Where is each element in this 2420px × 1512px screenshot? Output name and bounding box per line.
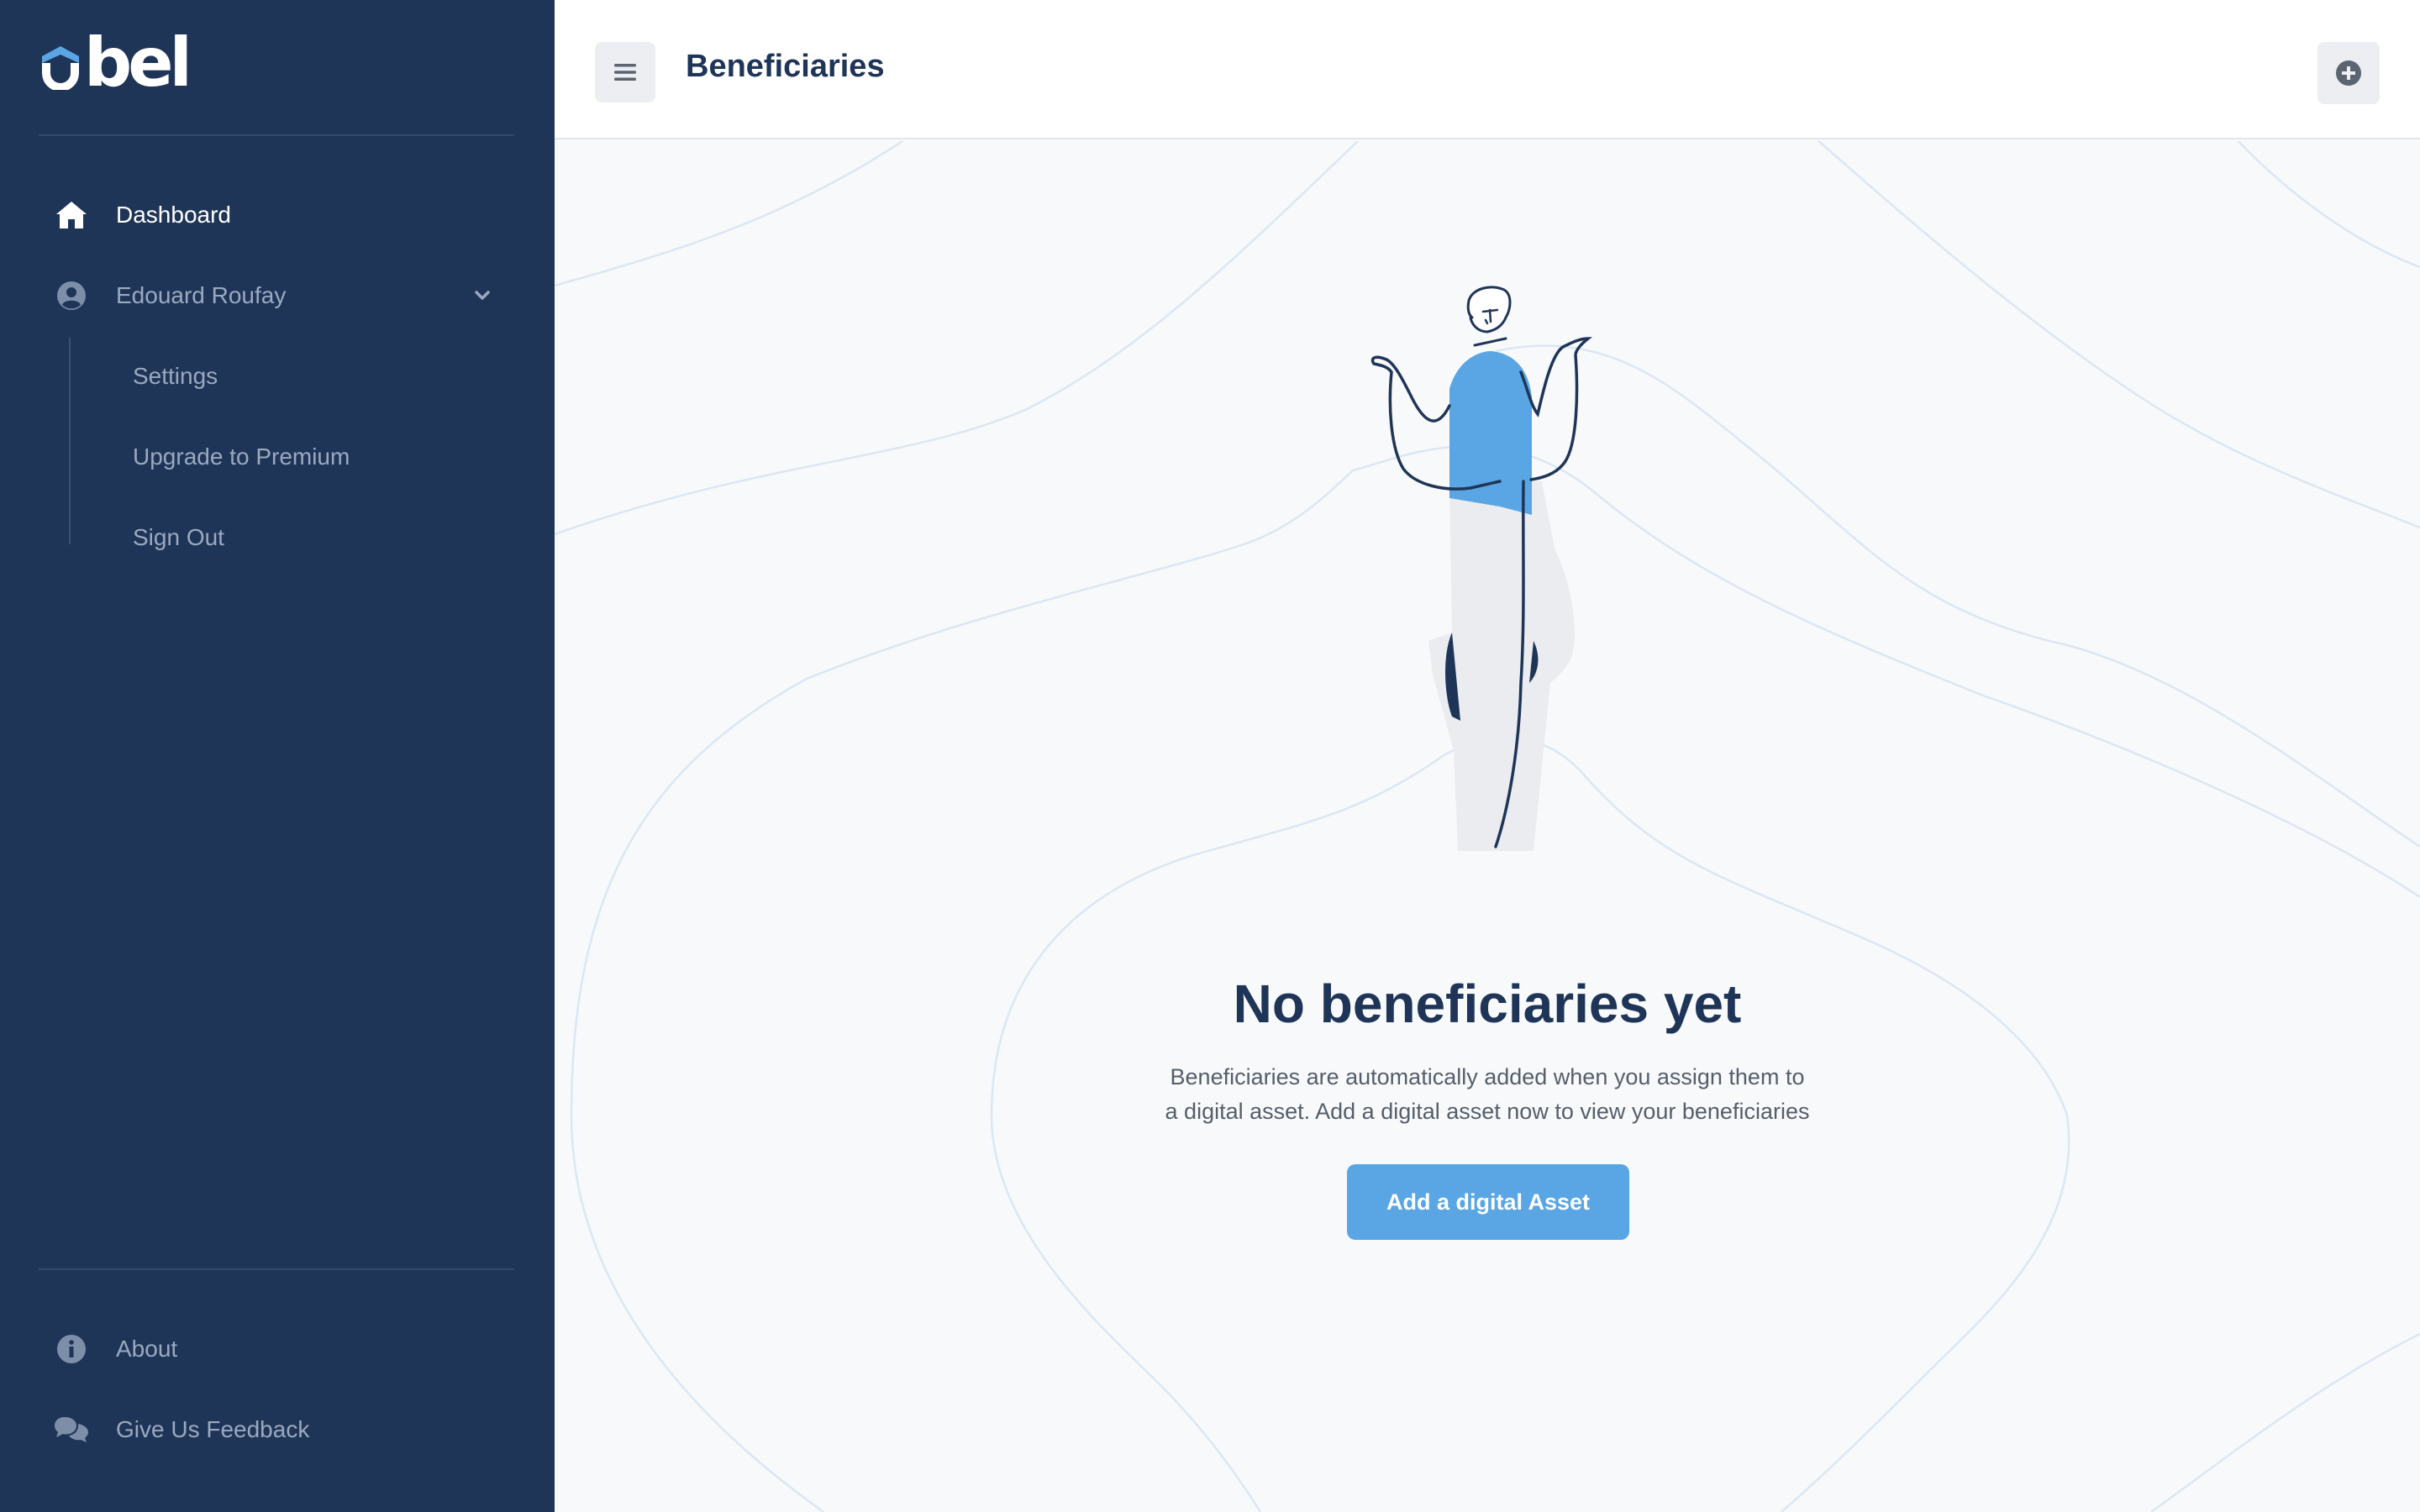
sidebar-item-label: Give Us Feedback [116,1416,310,1442]
sidebar-item-feedback[interactable]: Give Us Feedback [39,1399,514,1460]
empty-state-title: No beneficiaries yet [1233,974,1742,1034]
empty-state-description-line: Beneficiaries are automatically added wh… [1170,1064,1805,1089]
empty-state-description: Beneficiaries are automatically added wh… [975,1060,2000,1129]
submenu-item-settings[interactable]: Settings [133,351,218,402]
sidebar-item-label: About [116,1336,178,1362]
app-logo[interactable]: bel [39,29,192,97]
sidebar-item-label: Edouard Roufay [116,282,287,308]
submenu-line [69,338,71,544]
sidebar: bel Dashboard Edouard Roufay Settings Up… [0,0,555,1512]
logo-mark-icon [42,46,79,90]
logo-text: bel [84,24,192,102]
empty-state-description-line: a digital asset. Add a digital asset now… [1165,1099,1810,1124]
sidebar-divider-bottom [39,1268,514,1270]
sidebar-item-dashboard[interactable]: Dashboard [39,185,514,245]
sidebar-divider-top [39,134,514,136]
page-title: Beneficiaries [686,49,885,84]
submenu-item-upgrade[interactable]: Upgrade to Premium [133,432,350,482]
info-icon [52,1330,91,1368]
add-digital-asset-button[interactable]: Add a digital Asset [1347,1164,1629,1240]
empty-state-illustration [1370,286,1592,851]
hamburger-icon [614,64,636,81]
chevron-down-icon[interactable] [471,284,494,307]
menu-toggle-button[interactable] [595,42,655,102]
sidebar-item-about[interactable]: About [39,1319,514,1379]
plus-circle-icon [2336,60,2361,86]
home-icon [52,196,91,234]
comments-icon [52,1410,91,1449]
sidebar-item-account[interactable]: Edouard Roufay [39,265,514,326]
add-button[interactable] [2317,42,2380,104]
main-content: No beneficiaries yet Beneficiaries are a… [555,141,2420,1512]
submenu-item-sign-out[interactable]: Sign Out [133,512,224,563]
sidebar-item-label: Dashboard [116,202,231,228]
user-circle-icon [52,276,91,315]
top-header: Beneficiaries [555,0,2420,139]
